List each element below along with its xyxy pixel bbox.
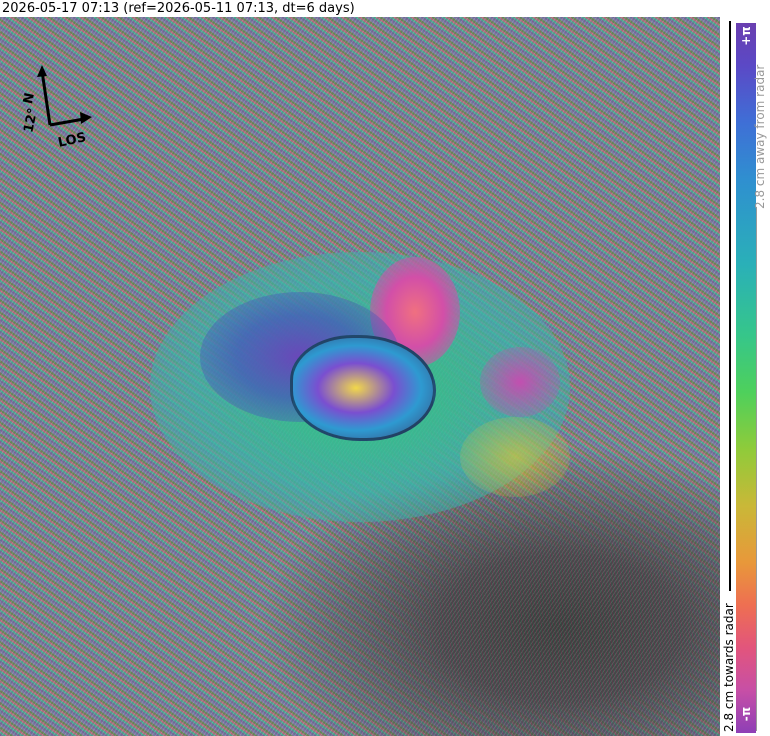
- north-arrow-head-icon: [37, 65, 47, 77]
- colorbar-panel: +π -π 2.8 cm away from radar 2.8 cm towa…: [722, 17, 770, 736]
- colorbar-min-label: -π: [739, 706, 753, 722]
- image-title: 2026-05-17 07:13 (ref=2026-05-11 07:13, …: [2, 1, 355, 16]
- los-arrow-shaft: [49, 117, 85, 127]
- towards-radar-label: 2.8 cm towards radar: [722, 603, 736, 732]
- interferogram-map: N 12° LOS: [0, 17, 720, 736]
- magenta-fringe-east: [480, 347, 560, 417]
- towards-axis-line: [729, 21, 731, 591]
- caldera-rim: [290, 335, 436, 441]
- north-arrow: N 12° LOS: [14, 65, 104, 160]
- north-arrow-shaft: [40, 70, 52, 126]
- los-arrow-head-icon: [80, 112, 92, 124]
- colorbar-max-label: +π: [739, 26, 753, 46]
- away-from-radar-label: 2.8 cm away from radar: [753, 64, 767, 209]
- yellow-fringe-south: [460, 417, 570, 497]
